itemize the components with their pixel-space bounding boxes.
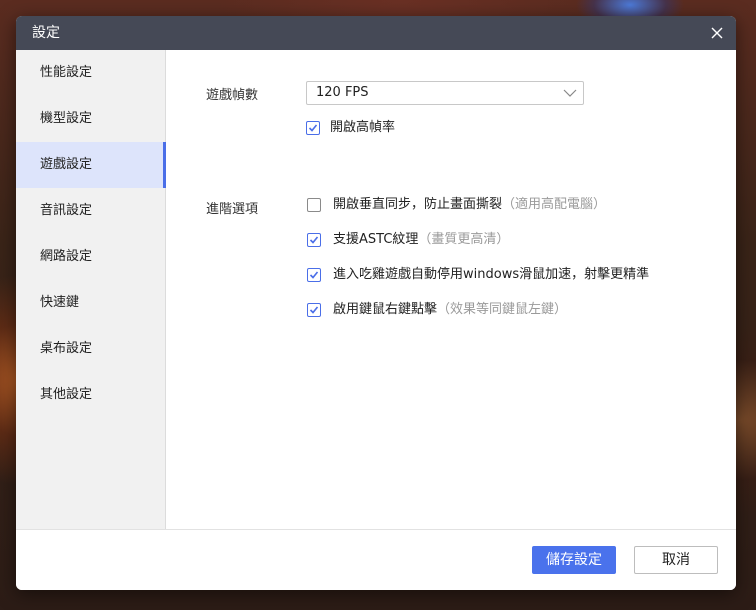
mouse-accel-label: 進入吃雞遊戲自動停用windows滑鼠加速，射擊更精準 xyxy=(333,267,650,282)
right-click-hint: （效果等同鍵鼠左鍵） xyxy=(437,302,568,317)
sidebar-item-label: 遊戲設定 xyxy=(40,157,93,172)
close-icon xyxy=(711,27,723,39)
checkbox-box xyxy=(307,268,321,282)
sidebar-item-label: 桌布設定 xyxy=(40,341,93,356)
right-click-label: 啟用鍵鼠右鍵點擊（效果等同鍵鼠左鍵） xyxy=(333,302,567,318)
sidebar-item-shortcuts[interactable]: 快速鍵 xyxy=(16,280,165,326)
fps-select[interactable]: 120 FPS xyxy=(306,81,584,105)
sidebar-item-other[interactable]: 其他設定 xyxy=(16,372,165,418)
astc-label-text: 支援ASTC紋理 xyxy=(333,232,419,247)
dialog-footer: 儲存設定 取消 xyxy=(16,529,736,590)
right-click-label-text: 啟用鍵鼠右鍵點擊 xyxy=(333,302,438,317)
sidebar-item-label: 音訊設定 xyxy=(40,203,93,218)
vsync-hint: （適用高配電腦） xyxy=(502,197,607,212)
settings-sidebar: 性能設定 機型設定 遊戲設定 音訊設定 網路設定 快速鍵 桌布設定 其他設定 xyxy=(16,50,166,529)
checkbox-box xyxy=(307,233,321,247)
sidebar-item-label: 快速鍵 xyxy=(40,295,80,310)
sidebar-item-label: 性能設定 xyxy=(40,65,93,80)
sidebar-item-wallpaper[interactable]: 桌布設定 xyxy=(16,326,165,372)
vsync-checkbox[interactable]: 開啟垂直同步，防止畫面撕裂（適用高配電腦） xyxy=(307,197,727,215)
astc-label: 支援ASTC紋理（畫質更高清） xyxy=(333,232,509,248)
high-fps-label: 開啟高幀率 xyxy=(330,120,396,135)
settings-dialog: 設定 性能設定 機型設定 遊戲設定 音訊設定 網路設定 快速鍵 桌布設定 其他設… xyxy=(16,16,736,590)
cancel-button[interactable]: 取消 xyxy=(634,546,718,574)
fps-select-value: 120 FPS xyxy=(316,85,369,100)
sidebar-item-game[interactable]: 遊戲設定 xyxy=(16,142,166,188)
sidebar-item-network[interactable]: 網路設定 xyxy=(16,234,165,280)
vsync-label-text: 開啟垂直同步，防止畫面撕裂 xyxy=(333,197,503,212)
right-click-checkbox[interactable]: 啟用鍵鼠右鍵點擊（效果等同鍵鼠左鍵） xyxy=(307,302,727,320)
checkbox-box xyxy=(307,303,321,317)
checkmark-icon xyxy=(309,236,319,244)
sidebar-item-performance[interactable]: 性能設定 xyxy=(16,50,165,96)
game-settings-panel: 遊戲幀數 120 FPS 開啟高幀率 進階選項 開啟垂直同步，防止畫面撕裂（適用… xyxy=(166,50,736,529)
sidebar-item-label: 機型設定 xyxy=(40,111,93,126)
chevron-down-icon xyxy=(563,89,577,97)
fps-label: 遊戲幀數 xyxy=(206,88,259,103)
sidebar-item-device-model[interactable]: 機型設定 xyxy=(16,96,165,142)
checkmark-icon xyxy=(308,124,318,132)
close-button[interactable] xyxy=(706,22,728,44)
astc-hint: （畫質更高清） xyxy=(418,232,510,247)
sidebar-item-audio[interactable]: 音訊設定 xyxy=(16,188,165,234)
dialog-title: 設定 xyxy=(32,25,60,41)
checkbox-box xyxy=(306,121,320,135)
save-button[interactable]: 儲存設定 xyxy=(532,546,616,574)
sidebar-item-label: 網路設定 xyxy=(40,249,93,264)
astc-checkbox[interactable]: 支援ASTC紋理（畫質更高清） xyxy=(307,232,727,250)
high-fps-checkbox[interactable]: 開啟高幀率 xyxy=(306,120,566,138)
title-bar: 設定 xyxy=(16,16,736,50)
advanced-options-label: 進階選項 xyxy=(206,202,259,217)
sidebar-item-label: 其他設定 xyxy=(40,387,93,402)
checkmark-icon xyxy=(309,271,319,279)
checkmark-icon xyxy=(309,306,319,314)
mouse-accel-checkbox[interactable]: 進入吃雞遊戲自動停用windows滑鼠加速，射擊更精準 xyxy=(307,267,727,285)
vsync-label: 開啟垂直同步，防止畫面撕裂（適用高配電腦） xyxy=(333,197,606,213)
checkbox-box xyxy=(307,198,321,212)
